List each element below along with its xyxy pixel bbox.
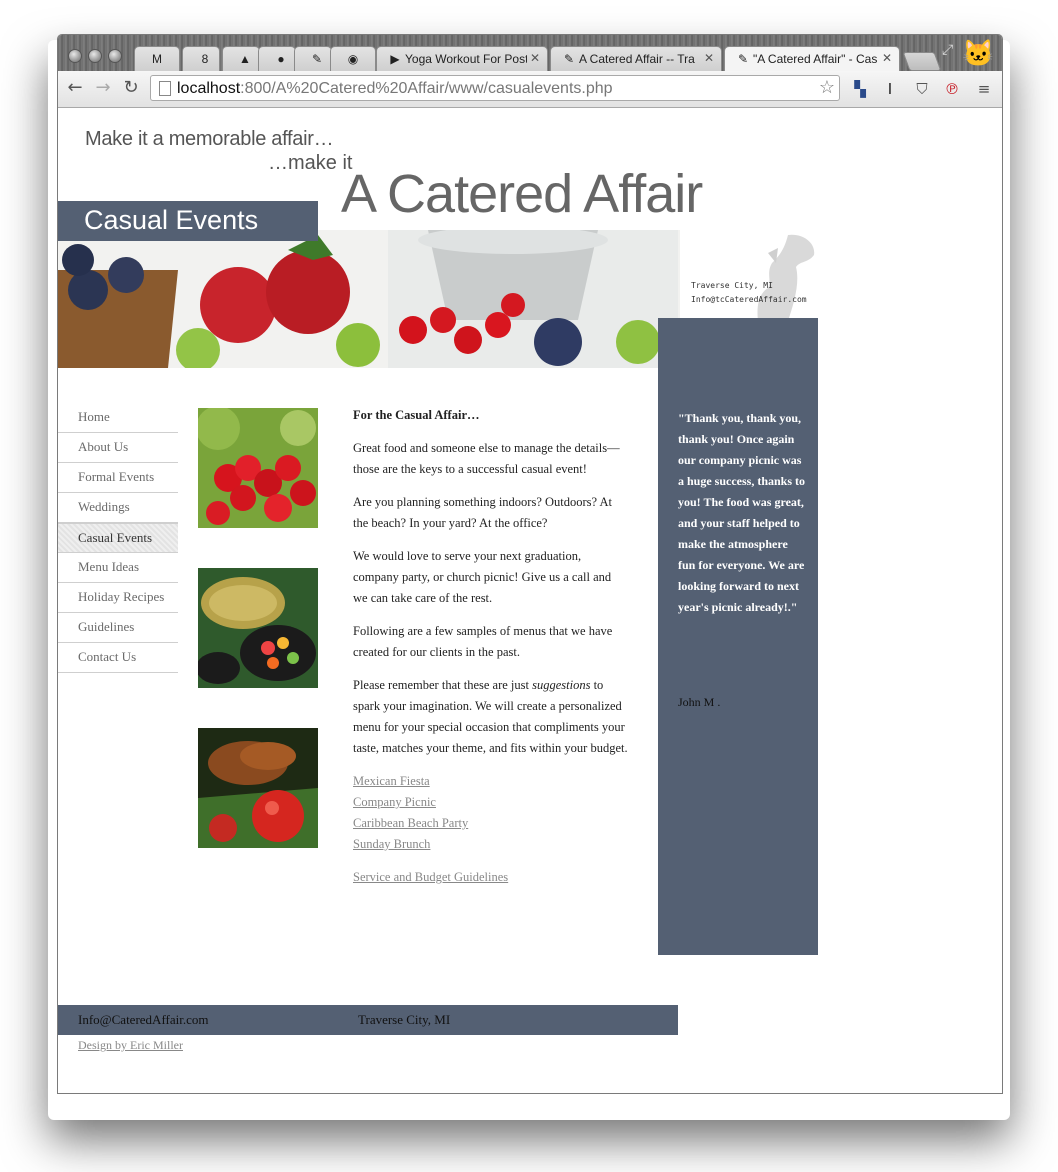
section-title: Casual Events bbox=[84, 205, 259, 235]
salad-image bbox=[198, 568, 318, 688]
nav-item-guidelines[interactable]: Guidelines bbox=[58, 613, 178, 643]
menu-link-mexican-fiesta[interactable]: Mexican Fiesta bbox=[353, 771, 628, 792]
page-icon bbox=[159, 81, 171, 96]
guidelines-link[interactable]: Service and Budget Guidelines bbox=[353, 867, 628, 888]
browser-tab[interactable]: ✎ "A Catered Affair" - Cas ✕ bbox=[724, 46, 900, 72]
minimize-window-button[interactable] bbox=[88, 49, 102, 63]
close-window-button[interactable] bbox=[68, 49, 82, 63]
nav-item-contact-us[interactable]: Contact Us bbox=[58, 643, 178, 673]
menu-link-company-picnic[interactable]: Company Picnic bbox=[353, 792, 628, 813]
content-paragraph-1: Great food and someone else to manage th… bbox=[353, 441, 620, 476]
pinterest-icon[interactable]: ℗ bbox=[942, 79, 962, 99]
youtube-icon: ▶ bbox=[390, 52, 400, 66]
nav-item-casual-events[interactable]: Casual Events bbox=[58, 523, 178, 553]
bookmark-star-icon[interactable]: ☆ bbox=[819, 77, 835, 98]
github-icon: ◉ bbox=[347, 52, 359, 66]
pin-icon: ✎ bbox=[311, 52, 323, 66]
close-tab-icon[interactable]: ✕ bbox=[882, 51, 892, 65]
footer-bar: Info@CateredAffair.com Traverse City, MI bbox=[58, 1005, 678, 1035]
menu-link-caribbean-beach-party[interactable]: Caribbean Beach Party bbox=[353, 813, 628, 834]
michigan-map-icon bbox=[757, 234, 815, 321]
tagline-line2: …make it bbox=[268, 152, 353, 174]
menu-link-sunday-brunch[interactable]: Sunday Brunch bbox=[353, 834, 628, 855]
currants-photo bbox=[198, 408, 318, 528]
fruit-illustration bbox=[58, 230, 680, 368]
header-email[interactable]: Info@tcCateredAffair.com bbox=[691, 295, 807, 304]
tab-title: Yoga Workout For Post bbox=[405, 52, 527, 66]
delicious-icon[interactable]: ▚ bbox=[850, 79, 870, 99]
toolbar: ← → ↻ localhost:800/A%20Catered%20Affair… bbox=[58, 71, 1002, 108]
main-content: For the Casual Affair… Great food and so… bbox=[353, 405, 628, 888]
content-heading: For the Casual Affair… bbox=[353, 408, 480, 422]
nav-item-formal-events[interactable]: Formal Events bbox=[58, 463, 178, 493]
content-paragraph-2: Are you planning something indoors? Outd… bbox=[353, 495, 612, 530]
content-paragraph-4: Following are a few samples of menus tha… bbox=[353, 624, 613, 659]
orange-app-icon: ● bbox=[277, 52, 285, 66]
nav-item-menu-ideas[interactable]: Menu Ideas bbox=[58, 553, 178, 583]
designer-credit-link[interactable]: Design by Eric Miller bbox=[78, 1038, 183, 1053]
browser-tab[interactable]: ▶ Yoga Workout For Post ✕ bbox=[376, 46, 548, 71]
tab-title: A Catered Affair -- Tra bbox=[579, 52, 695, 66]
nav-item-weddings[interactable]: Weddings bbox=[58, 493, 178, 523]
nav-item-home[interactable]: Home bbox=[58, 403, 178, 433]
site-logo[interactable]: A Catered Affair bbox=[341, 163, 703, 225]
header-city: Traverse City, MI bbox=[691, 281, 773, 290]
pin-icon: ✎ bbox=[563, 52, 575, 66]
hero-fruit-image bbox=[58, 230, 680, 368]
browser-tab[interactable]: ◉ bbox=[330, 46, 376, 71]
nav-item-about-us[interactable]: About Us bbox=[58, 433, 178, 463]
browser-tab[interactable]: ✎ bbox=[294, 46, 332, 71]
pocket-icon[interactable]: ⛉ bbox=[912, 79, 932, 99]
instapaper-icon[interactable]: I bbox=[880, 79, 900, 99]
web-page: Make it a memorable affair… …make it Cas… bbox=[58, 108, 1002, 1093]
close-tab-icon[interactable]: ✕ bbox=[530, 51, 540, 65]
browser-tab[interactable]: M bbox=[134, 46, 180, 71]
testimonial-author: John M . bbox=[678, 695, 721, 709]
tagline-line1: Make it a memorable affair… bbox=[85, 128, 334, 150]
zoom-window-button[interactable] bbox=[108, 49, 122, 63]
tab-strip: M 8 ▲ ● ✎ ◉ ▶ Yoga Workout For Post ✕ ✎ A Catered … bbox=[58, 35, 1002, 72]
new-tab-button[interactable] bbox=[902, 52, 942, 71]
reload-button[interactable]: ↻ bbox=[120, 77, 142, 99]
currants-image bbox=[198, 408, 318, 528]
tab-title: "A Catered Affair" - Cas bbox=[753, 52, 878, 66]
forward-button[interactable]: → bbox=[92, 77, 114, 99]
grilled-chicken-image bbox=[198, 728, 318, 848]
testimonial-quote: "Thank you, thank you, thank you! Once a… bbox=[678, 411, 806, 614]
content-paragraph-5: Please remember that these are just sugg… bbox=[353, 678, 628, 755]
nav-item-holiday-recipes[interactable]: Holiday Recipes bbox=[58, 583, 178, 613]
gmail-icon: M bbox=[152, 52, 162, 66]
pin-icon: ✎ bbox=[737, 52, 749, 66]
browser-tab[interactable]: ▲ bbox=[222, 46, 260, 71]
browser-window: M 8 ▲ ● ✎ ◉ ▶ Yoga Workout For Post ✕ ✎ A Catered … bbox=[57, 34, 1003, 1094]
drive-icon: ▲ bbox=[239, 52, 251, 66]
footer-city: Traverse City, MI bbox=[358, 1012, 451, 1027]
footer-email[interactable]: Info@CateredAffair.com bbox=[78, 1012, 209, 1028]
grilled-chicken-photo bbox=[198, 728, 318, 848]
content-paragraph-3: We would love to serve your next graduat… bbox=[353, 549, 612, 605]
close-tab-icon[interactable]: ✕ bbox=[704, 51, 714, 65]
menu-sample-links: Mexican Fiesta Company Picnic Caribbean Be… bbox=[353, 771, 628, 855]
menu-icon[interactable]: ≡ bbox=[974, 79, 994, 99]
browser-tab[interactable]: ✎ A Catered Affair -- Tra ✕ bbox=[550, 46, 722, 71]
url-text[interactable]: localhost:800/A%20Catered%20Affair/www/c… bbox=[177, 80, 613, 98]
main-navigation: Home About Us Formal Events Weddings Casual … bbox=[58, 403, 178, 673]
back-button[interactable]: ← bbox=[64, 77, 86, 99]
browser-tab[interactable]: ● bbox=[258, 46, 296, 71]
fullscreen-icon[interactable]: ⤢ bbox=[942, 43, 953, 59]
salad-photo bbox=[198, 568, 318, 688]
section-title-bar: Casual Events bbox=[58, 201, 318, 241]
address-bar[interactable]: localhost:800/A%20Catered%20Affair/www/c… bbox=[150, 75, 840, 101]
browser-tab[interactable]: 8 bbox=[182, 46, 220, 71]
testimonial-panel: "Thank you, thank you, thank you! Once a… bbox=[658, 318, 818, 955]
profile-cat-icon[interactable]: 🐱 bbox=[962, 39, 994, 69]
calendar-icon: 8 bbox=[201, 52, 209, 66]
